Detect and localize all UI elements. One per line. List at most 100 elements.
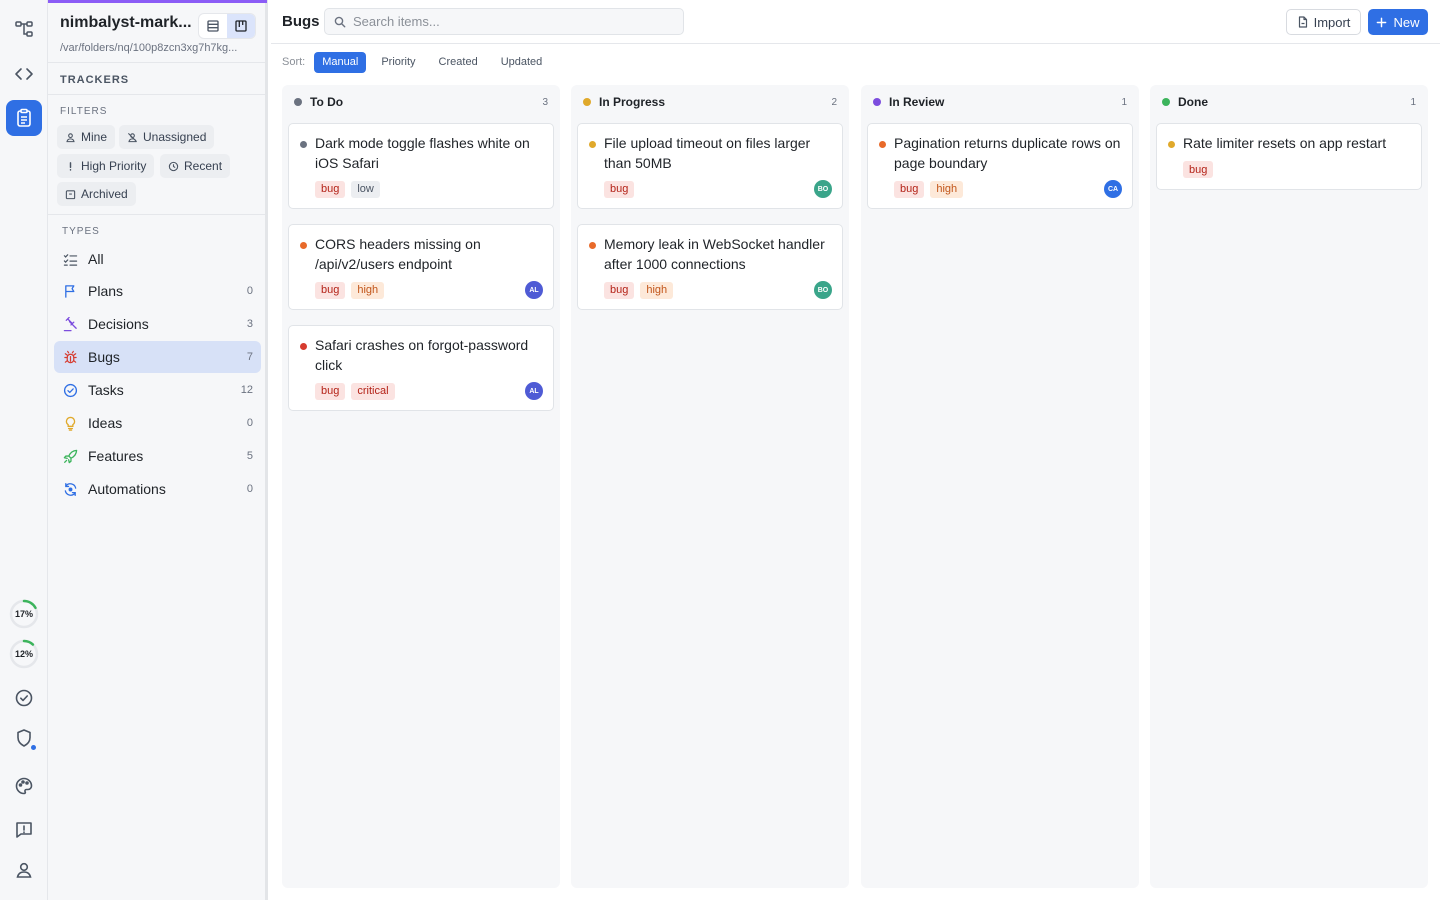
- new-label: New: [1393, 14, 1420, 30]
- filter-archived[interactable]: Archived: [57, 182, 136, 206]
- activity-rail: 17% 12%: [0, 0, 48, 900]
- type-count: 3: [246, 318, 253, 330]
- status-dot: [1162, 98, 1170, 106]
- search-box[interactable]: [324, 8, 684, 35]
- palette-icon[interactable]: [6, 768, 42, 804]
- priority-tag: high: [930, 180, 964, 198]
- type-count: 0: [246, 417, 253, 429]
- bug-card[interactable]: Rate limiter resets on app restart bug: [1156, 123, 1422, 190]
- type-item-tasks[interactable]: Tasks 12: [54, 374, 261, 406]
- flag-icon: [65, 284, 75, 298]
- avatar[interactable]: BO: [814, 180, 832, 198]
- list-check-icon: [63, 253, 78, 266]
- feedback-icon[interactable]: [6, 812, 42, 848]
- graph-icon[interactable]: [6, 11, 42, 47]
- bug-card[interactable]: File upload timeout on files larger than…: [577, 123, 843, 209]
- new-button[interactable]: New: [1368, 9, 1428, 35]
- rocket-icon: [63, 449, 78, 463]
- sort-created[interactable]: Created: [431, 52, 486, 73]
- status-dot: [294, 98, 302, 106]
- divider: [48, 94, 265, 95]
- type-tag: bug: [315, 281, 346, 299]
- type-item-decisions[interactable]: Decisions 3: [54, 308, 261, 340]
- type-tag: bug: [315, 180, 346, 198]
- filter-recent[interactable]: Recent: [160, 154, 231, 178]
- card-list: Pagination returns duplicate rows on pag…: [867, 123, 1133, 224]
- page-title: Bugs: [282, 13, 320, 30]
- project-name[interactable]: nimbalyst-mark...: [60, 14, 192, 32]
- bug-card[interactable]: Safari crashes on forgot-password click b…: [288, 325, 554, 411]
- sort-bar: Sort: Manual Priority Created Updated: [282, 51, 557, 73]
- user-off-icon: [127, 132, 138, 142]
- filter-unassigned[interactable]: Unassigned: [119, 125, 215, 149]
- bug-card[interactable]: Pagination returns duplicate rows on pag…: [867, 123, 1133, 209]
- type-item-bugs[interactable]: Bugs 7: [54, 341, 261, 373]
- avatar[interactable]: AL: [525, 382, 543, 400]
- bug-card[interactable]: CORS headers missing on /api/v2/users en…: [288, 224, 554, 310]
- priority-dot: [1168, 141, 1175, 148]
- check-circle-icon[interactable]: [6, 680, 42, 716]
- column-in-review: In Review 1 Pagination returns duplicate r…: [861, 85, 1139, 888]
- avatar[interactable]: CA: [1104, 180, 1122, 198]
- search-icon: [334, 16, 346, 27]
- user-icon[interactable]: [6, 852, 42, 888]
- column-header: In Review 1: [873, 94, 1127, 110]
- column-header: To Do 3: [294, 94, 548, 110]
- priority-tag: low: [351, 180, 380, 198]
- exclamation-icon: [69, 161, 72, 171]
- card-title: Safari crashes on forgot-password click: [315, 337, 529, 373]
- filter-label: Mine: [81, 130, 108, 144]
- column-count: 1: [1410, 96, 1416, 108]
- sort-manual[interactable]: Manual: [314, 51, 367, 73]
- usage-label-1: 17%: [14, 609, 33, 619]
- card-list: File upload timeout on files larger than…: [577, 123, 843, 325]
- type-tag: bug: [604, 281, 635, 299]
- avatar[interactable]: AL: [525, 281, 543, 299]
- project-path: /var/folders/nq/100p8zcn3xg7h7kg...: [60, 42, 238, 54]
- priority-dot: [589, 242, 596, 249]
- usage-ring-1[interactable]: 17%: [8, 598, 40, 630]
- column-done: Done 1 Rate limiter resets on app restart b…: [1150, 85, 1428, 888]
- column-title: In Progress: [599, 95, 666, 109]
- search-input[interactable]: [353, 14, 673, 29]
- column-title: To Do: [310, 95, 344, 109]
- priority-dot: [879, 141, 886, 148]
- type-item-ideas[interactable]: Ideas 0: [54, 407, 261, 439]
- card-list: Rate limiter resets on app restart bug: [1156, 123, 1422, 205]
- bug-card[interactable]: Dark mode toggle flashes white on iOS Sa…: [288, 123, 554, 209]
- avatar[interactable]: BO: [814, 281, 832, 299]
- card-title: Memory leak in WebSocket handler after 1…: [604, 236, 825, 272]
- type-label: All: [88, 251, 104, 267]
- type-count: 0: [246, 285, 253, 297]
- shield-icon[interactable]: [6, 720, 42, 756]
- column-title: Done: [1178, 95, 1208, 109]
- type-item-all[interactable]: All: [54, 243, 261, 275]
- type-item-features[interactable]: Features 5: [54, 440, 261, 472]
- priority-dot: [589, 141, 596, 148]
- import-label: Import: [1313, 14, 1351, 30]
- lightbulb-icon: [65, 416, 76, 431]
- check-circle-icon: [63, 383, 78, 397]
- priority-dot: [300, 141, 307, 148]
- type-item-plans[interactable]: Plans 0: [54, 275, 261, 307]
- sort-priority[interactable]: Priority: [373, 52, 423, 73]
- code-icon[interactable]: [6, 56, 42, 92]
- usage-ring-2[interactable]: 12%: [8, 638, 40, 670]
- clipboard-icon[interactable]: [6, 100, 42, 136]
- list-view-icon[interactable]: [199, 14, 227, 38]
- column-title: In Review: [889, 95, 945, 109]
- filter-mine[interactable]: Mine: [57, 125, 116, 149]
- column-count: 2: [831, 96, 837, 108]
- type-count: 0: [246, 483, 253, 495]
- type-item-automations[interactable]: Automations 0: [54, 473, 261, 505]
- filter-high-priority[interactable]: High Priority: [57, 154, 155, 178]
- bug-card[interactable]: Memory leak in WebSocket handler after 1…: [577, 224, 843, 310]
- card-meta: bug critical AL: [315, 382, 543, 400]
- card-meta: bug high AL: [315, 281, 543, 299]
- board-view-icon[interactable]: [227, 14, 255, 38]
- status-dot: [873, 98, 881, 106]
- import-button[interactable]: Import: [1286, 9, 1361, 35]
- card-list: Dark mode toggle flashes white on iOS Sa…: [288, 123, 554, 426]
- sort-updated[interactable]: Updated: [493, 52, 551, 73]
- project-header: nimbalyst-mark... /var/folders/nq/100p8z…: [48, 3, 265, 63]
